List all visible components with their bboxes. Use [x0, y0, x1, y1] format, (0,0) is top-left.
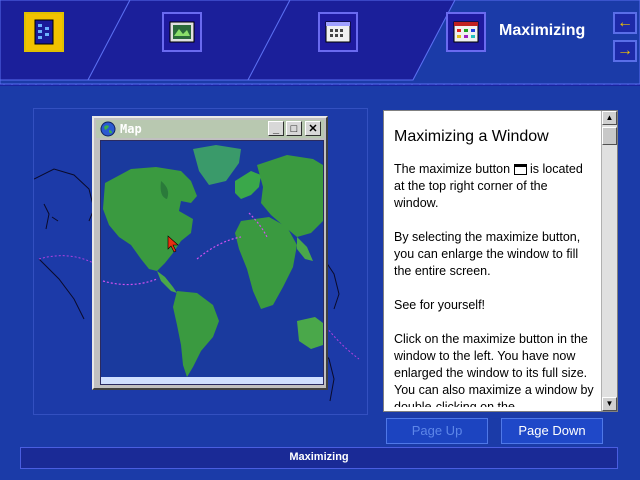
scroll-thumb[interactable]: [602, 127, 617, 145]
forward-button[interactable]: →: [613, 40, 637, 62]
text-scrollbar[interactable]: ▲ ▼: [601, 111, 617, 411]
top-tab-bar: Maximizing ← →: [0, 0, 640, 86]
page-up-button[interactable]: Page Up: [386, 418, 488, 444]
map-window[interactable]: Map _ □ ✕: [92, 116, 328, 390]
cursor-arrow-icon: [167, 235, 179, 253]
maximize-icon: [513, 164, 527, 176]
lesson-text-pane[interactable]: Maximizing a Window The maximize button …: [383, 110, 618, 412]
lesson-heading: Maximizing a Window: [394, 128, 549, 145]
triangle-up-icon: ▲: [605, 113, 614, 122]
lesson-paragraph-3: See for yourself!: [394, 298, 486, 312]
world-map-image: [100, 140, 324, 385]
minimize-icon: _: [272, 122, 280, 135]
close-button[interactable]: ✕: [305, 121, 321, 136]
back-button[interactable]: ←: [613, 12, 637, 34]
maximize-icon: □: [290, 122, 298, 135]
globe-icon: [100, 121, 116, 137]
tab-color-grid[interactable]: [446, 12, 486, 52]
color-grid-icon: [453, 21, 479, 43]
book-icon: [34, 19, 54, 45]
minimize-button[interactable]: _: [268, 121, 284, 136]
lesson-text: Maximizing a Window The maximize button …: [394, 127, 594, 407]
close-icon: ✕: [308, 122, 318, 135]
maximize-button[interactable]: □: [286, 121, 302, 136]
tab-map-picture[interactable]: [162, 12, 202, 52]
arrow-left-icon: ←: [617, 14, 633, 31]
map-picture-icon: [169, 21, 195, 43]
status-bar: Maximizing: [20, 447, 618, 469]
page-down-button[interactable]: Page Down: [501, 418, 603, 444]
active-tab-title: Maximizing: [499, 22, 586, 39]
map-window-title: Map: [120, 122, 142, 136]
lesson-paragraph-4: Click on the maximize button in the wind…: [394, 332, 594, 407]
lesson-para1-start: The maximize button: [394, 162, 511, 176]
window-calendar-icon: [325, 21, 351, 43]
triangle-down-icon: ▼: [605, 399, 614, 408]
lesson-paragraph-1: The maximize button is located at the to…: [394, 161, 594, 212]
lesson-paragraph-2: By selecting the maximize button, you ca…: [394, 230, 581, 278]
scroll-up-button[interactable]: ▲: [602, 111, 617, 125]
scroll-down-button[interactable]: ▼: [602, 397, 617, 411]
tab-book[interactable]: [24, 12, 64, 52]
map-window-titlebar[interactable]: Map _ □ ✕: [96, 120, 324, 138]
tab-window-calendar[interactable]: [318, 12, 358, 52]
arrow-right-icon: →: [617, 42, 633, 59]
